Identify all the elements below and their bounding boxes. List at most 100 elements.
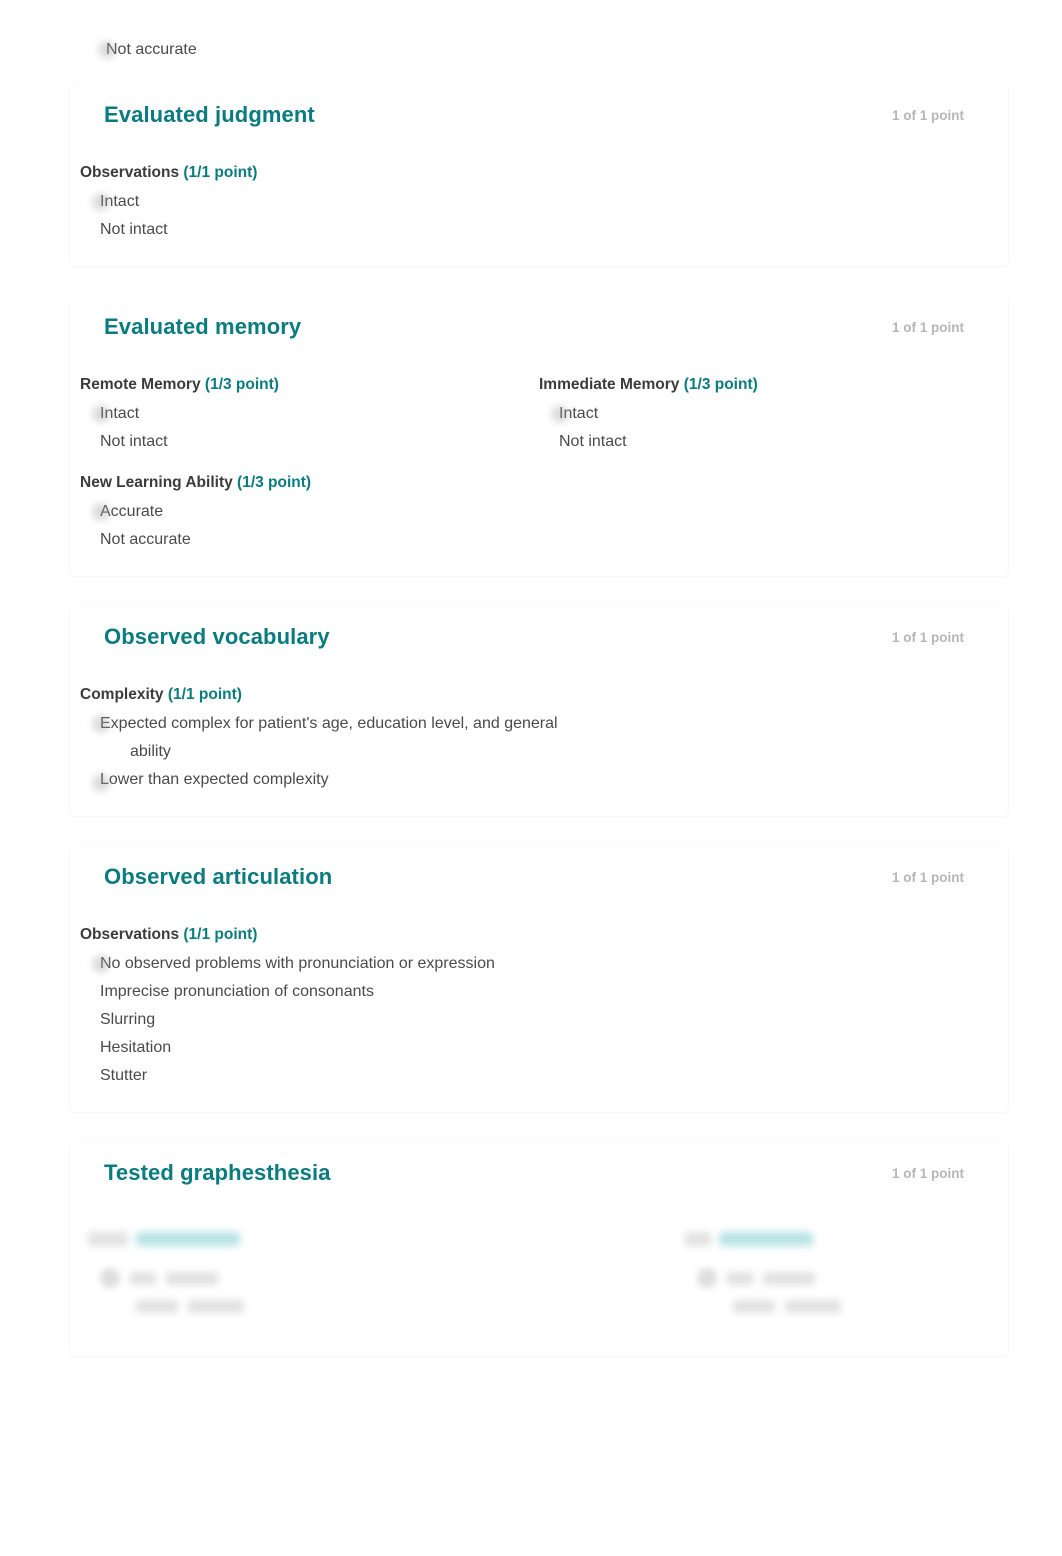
card-spacer [0,1112,1062,1140]
option-label: Expected complex for patient's age, educ… [100,715,558,760]
card-body: Remote Memory (1/3 point) Intact Not int… [70,358,1008,576]
section-title: Evaluated memory [104,314,302,339]
option-list: Accurate Not accurate [80,498,539,554]
question-label-text: Observations [80,926,180,943]
option-label: Hesitation [100,1039,172,1056]
question-points: (1/3 point) [683,376,758,393]
radio-button-icon[interactable] [90,772,112,794]
radio-button-icon[interactable] [90,403,112,425]
section-card-evaluated-judgment: Evaluated judgment 1 of 1 point Observat… [70,82,1008,266]
question-label: Immediate Memory (1/3 point) [539,376,998,394]
question-group: Immediate Memory (1/3 point) Intact Not … [539,370,998,456]
list-item-redacted[interactable] [88,1292,539,1320]
option-list: No observed problems with pronunciation … [80,950,998,1090]
question-label-redacted [88,1226,539,1252]
section-title: Tested graphesthesia [104,1160,331,1185]
list-item[interactable]: Intact [539,400,998,428]
card-header: Observed articulation 1 of 1 point [70,844,1008,908]
list-item[interactable]: Intact [80,188,998,216]
section-card-observed-vocabulary: Observed vocabulary 1 of 1 point Complex… [70,604,1008,816]
question-group: Observations (1/1 point) No observed pro… [80,920,998,1090]
question-label-text: Remote Memory [80,376,201,393]
question-group-redacted [539,1216,998,1320]
radio-button-icon[interactable] [90,191,112,213]
option-label: No observed problems with pronunciation … [100,955,495,972]
question-label-text: New Learning Ability [80,474,233,491]
list-item[interactable]: No observed problems with pronunciation … [80,950,585,978]
section-points-badge: 1 of 1 point [892,629,964,645]
radio-button-icon[interactable] [90,953,112,975]
section-points-badge: 1 of 1 point [892,869,964,885]
option-label: Not intact [100,221,168,238]
list-item[interactable]: Imprecise pronunciation of consonants [80,978,998,1006]
redacted-text-block [136,1299,178,1313]
list-item[interactable]: Stutter [80,1062,998,1090]
list-item[interactable]: Not intact [80,428,539,456]
card-spacer [0,266,1062,294]
redacted-text-block [130,1271,156,1285]
question-label: Observations (1/1 point) [80,926,998,944]
section-title: Observed articulation [104,864,333,889]
card-body: Observations (1/1 point) Intact Not inta… [70,146,1008,266]
question-group: Observations (1/1 point) Intact Not inta… [80,158,998,244]
radio-button-icon[interactable] [549,403,571,425]
card-header: Observed vocabulary 1 of 1 point [70,604,1008,668]
list-item-redacted[interactable] [685,1292,998,1320]
option-label: Stutter [100,1067,148,1084]
radio-button-icon[interactable] [96,39,118,61]
option-label: Not accurate [100,531,191,548]
redacted-text-block [733,1299,775,1313]
orphan-option-row: Not accurate [0,36,1062,82]
list-item[interactable]: Expected complex for patient's age, educ… [80,710,600,766]
redacted-text-block [166,1271,218,1285]
option-list: Intact Not intact [80,400,539,456]
option-list: Expected complex for patient's age, educ… [80,710,998,794]
section-points-badge: 1 of 1 point [892,1165,964,1181]
card-body: Observations (1/1 point) No observed pro… [70,908,1008,1112]
option-label: Not intact [559,433,627,450]
question-group: New Learning Ability (1/3 point) Accurat… [80,456,539,554]
redacted-text-block [188,1299,244,1313]
redacted-text-block [727,1271,753,1285]
redacted-text-block [685,1232,711,1246]
option-label: Lower than expected complexity [100,771,329,788]
radio-button-icon[interactable] [697,1268,717,1288]
question-group: Complexity (1/1 point) Expected complex … [80,680,998,794]
radio-button-icon[interactable] [90,501,112,523]
question-label-text: Observations [80,164,180,181]
card-spacer [0,576,1062,604]
option-label: Not accurate [106,41,197,58]
question-label-text: Complexity [80,686,164,703]
list-item[interactable]: Not intact [80,216,998,244]
question-group-empty [539,456,998,554]
list-item[interactable]: Accurate [80,498,539,526]
radio-button-icon[interactable] [100,1268,120,1288]
list-item[interactable]: Intact [80,400,539,428]
redacted-points-block [136,1232,240,1246]
question-label-redacted [685,1226,998,1252]
section-card-observed-articulation: Observed articulation 1 of 1 point Obser… [70,844,1008,1112]
question-points: (1/3 point) [204,376,279,393]
assessment-scoring-page: Not accurate Evaluated judgment 1 of 1 p… [0,0,1062,1356]
redacted-text-block [88,1232,128,1246]
question-points: (1/3 point) [237,474,312,491]
section-card-tested-graphesthesia: Tested graphesthesia 1 of 1 point [70,1140,1008,1356]
list-item-redacted[interactable] [88,1264,539,1292]
redacted-text-block [785,1299,841,1313]
option-list: Intact Not intact [539,400,998,456]
list-item[interactable]: Not intact [539,428,998,456]
section-card-evaluated-memory: Evaluated memory 1 of 1 point Remote Mem… [70,294,1008,576]
option-list: Intact Not intact [80,188,998,244]
card-header: Evaluated memory 1 of 1 point [70,294,1008,358]
option-not-accurate[interactable]: Not accurate [86,36,1022,64]
question-group: Remote Memory (1/3 point) Intact Not int… [80,370,539,456]
list-item[interactable]: Slurring [80,1006,998,1034]
list-item[interactable]: Not accurate [80,526,539,554]
question-label: New Learning Ability (1/3 point) [80,474,539,492]
list-item[interactable]: Lower than expected complexity [80,766,998,794]
card-header: Tested graphesthesia 1 of 1 point [70,1140,1008,1204]
question-points: (1/1 point) [183,164,258,181]
list-item-redacted[interactable] [685,1264,998,1292]
radio-button-icon[interactable] [90,713,112,735]
list-item[interactable]: Hesitation [80,1034,998,1062]
